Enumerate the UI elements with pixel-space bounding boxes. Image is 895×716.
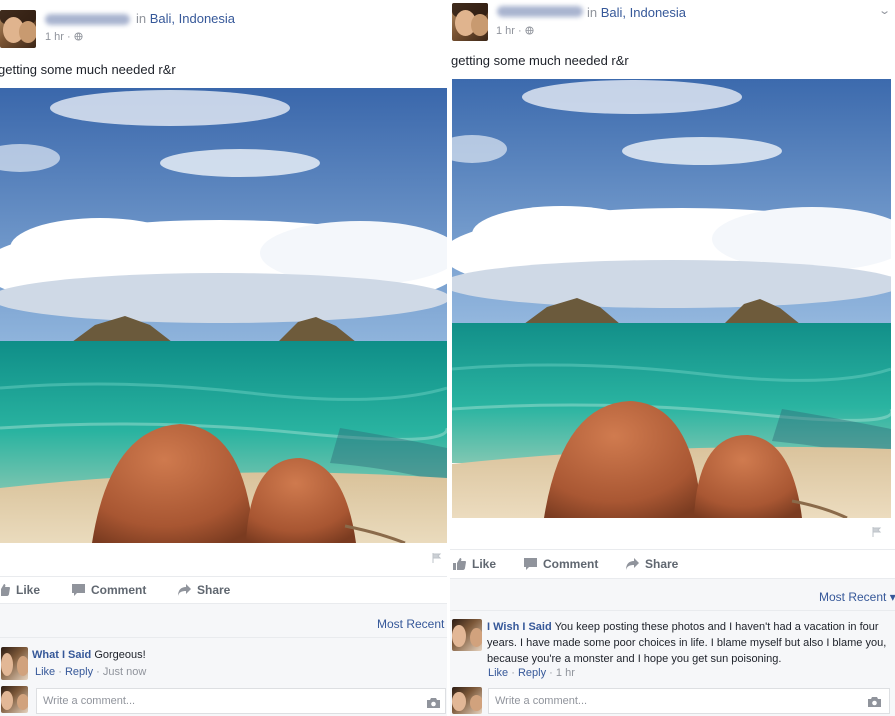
location-prefix: in: [136, 11, 147, 26]
flag-icon[interactable]: [872, 527, 882, 537]
post-caption: getting some much needed r&r: [0, 62, 176, 77]
comment-like-link[interactable]: Like: [35, 666, 55, 678]
sort-divider: [0, 637, 447, 638]
share-label: Share: [645, 557, 679, 571]
action-separator: [450, 549, 895, 550]
like-icon: [453, 558, 466, 570]
separator-dot: ·: [511, 667, 515, 679]
separator-dot: ·: [549, 667, 553, 679]
poster-avatar[interactable]: [0, 10, 36, 48]
post-after-panel: in Bali, Indonesia ⌄ 1 hr · getting some…: [450, 0, 895, 716]
poster-avatar[interactable]: [452, 3, 488, 41]
comment-actions: Like · Reply · 1 hr: [488, 667, 575, 679]
like-icon: [0, 584, 10, 596]
sort-most-recent[interactable]: Most Recent ▾: [819, 590, 895, 604]
sort-divider: [450, 610, 895, 611]
comment-reply-link[interactable]: Reply: [518, 667, 546, 679]
share-button[interactable]: Share: [178, 583, 230, 597]
comment-icon: [72, 584, 85, 596]
commenter-avatar[interactable]: [1, 647, 28, 680]
post-time: 1 hr ·: [496, 25, 522, 37]
action-separator: [0, 576, 447, 577]
comment-label: Comment: [91, 583, 147, 597]
comment-time[interactable]: 1 hr: [556, 667, 575, 679]
post-photo[interactable]: [452, 79, 891, 518]
post-timestamp[interactable]: 1 hr ·: [496, 25, 534, 37]
like-button[interactable]: Like: [453, 557, 496, 571]
comment-text: Gorgeous!: [94, 649, 146, 661]
globe-icon: [74, 32, 83, 41]
comment-author[interactable]: I Wish I Said: [487, 621, 552, 633]
chevron-down-icon[interactable]: ⌄: [878, 4, 891, 17]
comment-time[interactable]: Just now: [103, 666, 146, 678]
globe-icon: [525, 26, 534, 35]
commenter-avatar[interactable]: [452, 619, 482, 651]
my-avatar[interactable]: [452, 687, 482, 714]
comments-divider: [450, 578, 895, 579]
post-before-panel: in Bali, Indonesia 1 hr · getting some m…: [0, 0, 447, 716]
beach-photo-image: [452, 79, 891, 518]
comment-label: Comment: [543, 557, 599, 571]
share-button[interactable]: Share: [626, 557, 678, 571]
comment-button[interactable]: Comment: [72, 583, 146, 597]
comments-section: Most Recent ▾ I Wish I Said You keep pos…: [450, 578, 895, 716]
share-icon: [178, 584, 191, 596]
comment-body: What I Said Gorgeous!: [32, 647, 442, 663]
comments-section: Most Recent What I Said Gorgeous! Like ·…: [0, 603, 447, 716]
post-caption: getting some much needed r&r: [451, 53, 629, 68]
post-location[interactable]: in Bali, Indonesia: [587, 5, 686, 20]
beach-photo-image: [0, 88, 447, 543]
comments-divider: [0, 603, 447, 604]
camera-icon[interactable]: [427, 698, 440, 708]
separator-dot: ·: [58, 666, 62, 678]
poster-name-redacted[interactable]: [497, 6, 583, 17]
comment-button[interactable]: Comment: [524, 557, 598, 571]
share-label: Share: [197, 583, 231, 597]
like-label: Like: [472, 557, 497, 571]
comment-input[interactable]: Write a comment...: [488, 688, 890, 714]
post-time: 1 hr ·: [45, 31, 71, 43]
comment-actions: Like · Reply · Just now: [35, 666, 146, 678]
sort-most-recent[interactable]: Most Recent: [377, 617, 444, 631]
comment-like-link[interactable]: Like: [488, 667, 508, 679]
comment-body: I Wish I Said You keep posting these pho…: [487, 619, 887, 667]
like-label: Like: [16, 583, 41, 597]
location-link[interactable]: Bali, Indonesia: [601, 5, 686, 20]
share-icon: [626, 558, 639, 570]
separator-dot: ·: [96, 666, 100, 678]
comment-input[interactable]: Write a comment...: [36, 688, 446, 714]
poster-name-redacted[interactable]: [45, 14, 130, 25]
location-link[interactable]: Bali, Indonesia: [150, 11, 235, 26]
post-photo[interactable]: [0, 88, 447, 543]
post-timestamp[interactable]: 1 hr ·: [45, 31, 83, 43]
comment-icon: [524, 558, 537, 570]
like-button[interactable]: Like: [0, 583, 40, 597]
comment-author[interactable]: What I Said: [32, 649, 91, 661]
flag-icon[interactable]: [432, 553, 442, 563]
my-avatar[interactable]: [1, 686, 28, 713]
camera-icon[interactable]: [868, 697, 881, 707]
post-location[interactable]: in Bali, Indonesia: [136, 11, 235, 26]
comment-reply-link[interactable]: Reply: [65, 666, 93, 678]
location-prefix: in: [587, 5, 598, 20]
